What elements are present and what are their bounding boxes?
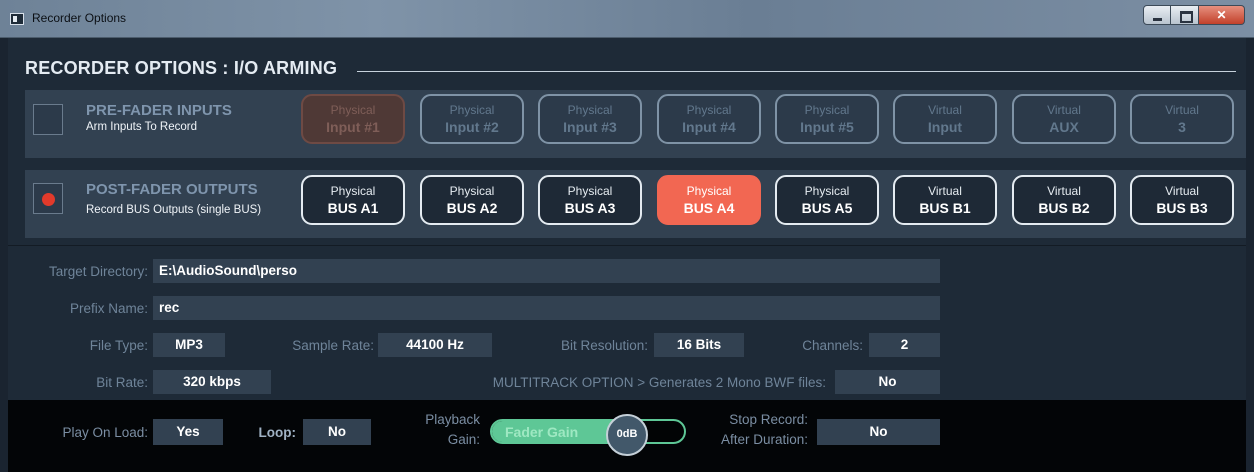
button-type-label: Physical [330,184,376,198]
post-fader-subtitle: Record BUS Outputs (single BUS) [86,204,262,216]
close-button[interactable] [1199,5,1245,25]
bus-a1-button[interactable]: Physical BUS A1 [301,175,405,225]
button-name-label: BUS B1 [919,200,971,216]
pre-fader-subtitle: Arm Inputs To Record [86,121,198,133]
button-name-label: Input #3 [563,119,617,135]
record-indicator-icon [42,193,55,206]
button-type-label: Physical [686,103,732,117]
input-5-button[interactable]: Physical Input #5 [775,94,879,144]
sample-rate-label: Sample Rate: [292,338,374,353]
channels-label: Channels: [802,338,863,353]
button-name-label: Input [927,119,963,135]
bus-b2-button[interactable]: Virtual BUS B2 [1012,175,1116,225]
button-name-label: BUS A3 [564,200,616,216]
button-type-label: Virtual [1047,184,1081,198]
file-type-label: File Type: [89,338,148,353]
loop-field[interactable]: No [303,419,371,445]
window-controls [1143,5,1245,27]
bus-a4-button[interactable]: Physical BUS A4 [657,175,761,225]
button-type-label: Virtual [1165,103,1199,117]
pre-fader-title: PRE-FADER INPUTS [86,102,232,119]
bus-a3-button[interactable]: Physical BUS A3 [538,175,642,225]
bit-rate-field[interactable]: 320 kbps [153,370,271,394]
gain-value: 0dB [616,428,638,440]
virtual-input-button[interactable]: Virtual Input [893,94,997,144]
channels-field[interactable]: 2 [869,333,940,357]
sample-rate-field[interactable]: 44100 Hz [378,333,492,357]
button-name-label: BUS A2 [446,200,498,216]
input-4-button[interactable]: Physical Input #4 [657,94,761,144]
gain-fader-label: Fader Gain [505,424,579,440]
playback-gain-label-line2: Gain: [447,432,480,447]
button-name-label: AUX [1049,119,1079,135]
button-type-label: Physical [804,184,850,198]
button-type-label: Physical [330,103,376,117]
button-type-label: Physical [804,103,850,117]
bit-resolution-label: Bit Resolution: [560,338,648,353]
multitrack-option-field[interactable]: No [835,370,940,394]
app-icon [10,13,24,25]
stop-record-field[interactable]: No [817,419,940,445]
button-name-label: BUS B2 [1038,200,1090,216]
bus-b3-button[interactable]: Virtual BUS B3 [1130,175,1234,225]
pre-fader-arm-toggle[interactable] [33,104,63,135]
button-name-label: Input #5 [800,119,854,135]
header-divider [357,71,1236,72]
virtual-3-button[interactable]: Virtual 3 [1130,94,1234,144]
button-type-label: Virtual [1047,103,1081,117]
button-type-label: Physical [567,184,613,198]
bit-rate-label: Bit Rate: [96,375,148,390]
prefix-name-label: Prefix Name: [69,301,148,316]
minimize-button[interactable] [1143,5,1171,25]
button-type-label: Virtual [928,103,962,117]
bus-b1-button[interactable]: Virtual BUS B1 [893,175,997,225]
maximize-button[interactable] [1171,5,1199,25]
button-type-label: Physical [686,184,732,198]
section-divider [8,245,1246,246]
loop-label: Loop: [258,425,296,440]
stop-record-label-line1: Stop Record: [729,412,808,427]
button-type-label: Physical [449,184,495,198]
prefix-name-field[interactable]: rec [153,296,940,320]
target-directory-label: Target Directory: [48,264,148,279]
input-1-button[interactable]: Physical Input #1 [301,94,405,144]
input-2-button[interactable]: Physical Input #2 [420,94,524,144]
input-3-button[interactable]: Physical Input #3 [538,94,642,144]
page-title: RECORDER OPTIONS : I/O ARMING [25,58,338,78]
stop-record-label-line2: After Duration: [720,432,808,447]
button-name-label: BUS A5 [801,200,853,216]
file-type-field[interactable]: MP3 [153,333,225,357]
play-on-load-label: Play On Load: [62,425,148,440]
post-fader-title: POST-FADER OUTPUTS [86,181,258,198]
button-type-label: Physical [567,103,613,117]
play-on-load-field[interactable]: Yes [153,419,223,445]
button-name-label: Input #2 [445,119,499,135]
target-directory-field[interactable]: E:\AudioSound\perso [153,259,940,283]
button-type-label: Virtual [928,184,962,198]
button-name-label: Input #4 [682,119,736,135]
virtual-aux-button[interactable]: Virtual AUX [1012,94,1116,144]
title-bar: Recorder Options [0,0,1254,38]
button-type-label: Virtual [1165,184,1199,198]
button-name-label: BUS B3 [1156,200,1208,216]
window-title: Recorder Options [32,11,127,25]
multitrack-option-label: MULTITRACK OPTION > Generates 2 Mono BWF… [492,375,826,390]
button-name-label: BUS A4 [683,200,735,216]
button-name-label: BUS A1 [327,200,379,216]
button-name-label: 3 [1178,119,1186,135]
button-type-label: Physical [449,103,495,117]
bit-resolution-field[interactable]: 16 Bits [654,333,744,357]
playback-gain-label-line1: Playback [425,412,480,427]
bus-a2-button[interactable]: Physical BUS A2 [420,175,524,225]
button-name-label: Input #1 [326,119,380,135]
bus-a5-button[interactable]: Physical BUS A5 [775,175,879,225]
post-fader-arm-toggle[interactable] [33,183,63,214]
